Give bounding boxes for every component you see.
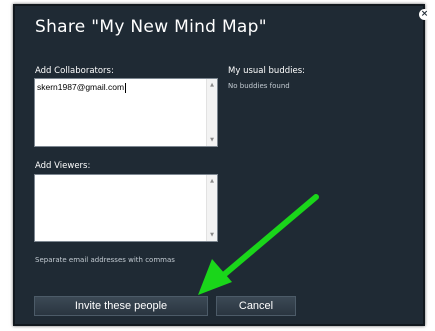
arrow-annotation (198, 194, 319, 295)
